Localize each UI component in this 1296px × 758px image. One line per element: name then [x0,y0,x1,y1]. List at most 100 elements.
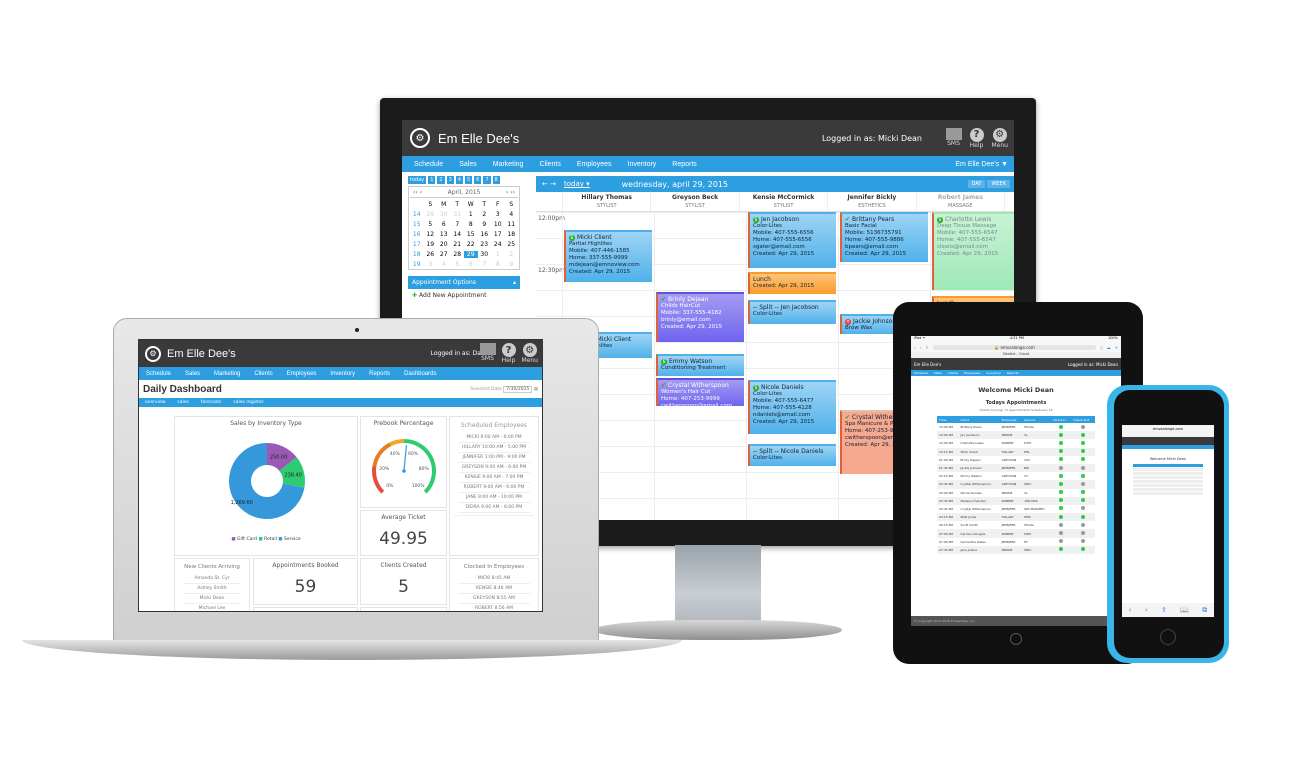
nav-reports[interactable]: Reports [369,371,390,377]
bookmarks-icon[interactable]: ▯ [1100,345,1102,350]
calendar-day[interactable]: 11 [505,221,519,228]
calendar-day[interactable]: 9 [505,261,519,268]
nav-employees[interactable]: Employees [577,161,612,168]
calendar-day[interactable]: 7 [451,221,465,228]
url-bar[interactable]: 🔒 emvsalonge.com [932,344,1097,350]
check-out-icon[interactable] [1081,457,1086,462]
nav-dashboards[interactable]: Dashboards [404,371,436,377]
tabs-icon[interactable]: ⧉ [1202,606,1207,615]
legend-item[interactable]: ■ Service [278,537,300,542]
calendar-day[interactable]: 25 [505,241,519,248]
nav-schedule[interactable]: Schedule [414,161,443,168]
check-out-icon[interactable] [1081,440,1086,445]
help-button[interactable]: ? Help [501,343,516,364]
table-row[interactable]: 01:00 PM Brinly Dejean GREYSON CHC [937,456,1095,464]
table-row[interactable]: 12:00 PM Jen Jacobson KENSIE CL [937,431,1095,440]
menu-button[interactable]: ⚙ Menu [522,343,538,364]
cloud-icon[interactable]: ☁ [1107,345,1111,350]
date-input[interactable]: 7/30/2015 [503,385,533,393]
nav-marketing[interactable]: Marketing [493,161,524,168]
check-out-icon[interactable] [1081,498,1086,503]
table-row[interactable]: 02:45 PM Crystal Witherspoon GREYSON WHC [937,480,1095,489]
appointment-block[interactable]: -- Split -- Nicole Daniels Color-Lites [748,444,836,466]
day-button[interactable]: 8 [492,176,500,184]
table-row[interactable]: 12:00 PM Charlotte Lewis ROBERT DTM [937,439,1095,447]
check-out-icon[interactable] [1081,531,1086,536]
calendar-day[interactable]: 18 [505,231,519,238]
tab-forecasts[interactable]: forecasts [201,400,222,405]
check-in-icon[interactable] [1059,490,1064,495]
calendar-day[interactable]: 1 [464,211,478,218]
calendar-day[interactable]: 21 [451,241,465,248]
calendar-day[interactable]: 8 [491,261,505,268]
table-row[interactable]: 12:00 PM Brittany Pears JENNIFER FACIAL [937,423,1095,431]
sms-button[interactable]: SMS [945,127,962,149]
calendar-day[interactable]: 17 [491,231,505,238]
calendar-day[interactable]: 23 [478,241,492,248]
check-out-icon[interactable] [1081,514,1086,519]
day-button[interactable]: 4 [455,176,463,184]
day-button[interactable]: 6 [474,176,482,184]
table-row[interactable]: 02:15 PM Emmy Watson GREYSON CT [937,472,1095,480]
day-view-button[interactable]: DAY [967,180,986,188]
nav-sales[interactable]: Sales [459,161,477,168]
table-row[interactable]: 03:45 PM Crystal Witherspoon JENNIFER SPA M… [937,505,1095,513]
check-in-icon[interactable] [1059,457,1064,462]
check-out-icon[interactable] [1081,432,1086,437]
calendar-day[interactable]: 22 [464,241,478,248]
table-row[interactable]: 03:00 PM Nicole Daniels KENSIE CL [937,489,1095,497]
prev-next-arrows[interactable]: ← → [542,180,556,188]
appointment-block[interactable]: ✔ Brittany Pears Basic Facial Mobile: 51367… [840,212,928,262]
legend-item[interactable]: ■ Gift Card [231,537,258,542]
check-out-icon[interactable] [1081,473,1086,478]
calendar-day[interactable]: 26 [424,251,438,258]
check-in-icon[interactable] [1059,539,1064,544]
check-in-icon[interactable] [1059,522,1064,527]
calendar-icon[interactable]: ▦ [534,387,538,392]
staff-column[interactable]: Jennifer Bickly ESTHETICS [827,192,915,211]
column-header[interactable]: Time [937,416,959,423]
location-select[interactable]: Em Elle Dee's ▼ [955,161,1008,168]
sms-button[interactable]: SMS [479,343,496,364]
day-button[interactable]: 3 [446,176,454,184]
calendar-day[interactable]: 3 [424,261,438,268]
table-row[interactable]: 01:45 PM Jackie Johnson JENNIFER BW [937,463,1095,473]
calendar-day[interactable]: 4 [505,211,519,218]
check-out-icon[interactable] [1081,490,1086,495]
calendar-day[interactable]: 5 [424,221,438,228]
calendar-day[interactable]: 7 [478,261,492,268]
day-button[interactable]: 2 [437,176,445,184]
menu-button[interactable]: ⚙ Menu [992,127,1008,149]
nav-employees[interactable]: Employees [287,371,317,377]
check-in-icon[interactable] [1059,473,1064,478]
calendar-day[interactable]: 3 [491,211,505,218]
url-bar[interactable]: emvsalonge.com [1122,425,1214,437]
check-out-icon[interactable] [1081,547,1086,552]
column-header[interactable]: Check In [1051,416,1072,423]
staff-column[interactable]: Kensie McCormick STYLIST [738,192,827,211]
forward-icon[interactable]: › [920,345,922,350]
calendar-day[interactable]: 29 [424,211,438,218]
calendar-day[interactable]: 13 [437,231,451,238]
legend-item[interactable]: ■ Retail [258,537,278,542]
tablet-home-button[interactable] [1010,633,1022,645]
new-tab-icon[interactable]: + [1115,345,1118,350]
check-out-icon[interactable] [1081,539,1086,544]
calendar-day[interactable]: 27 [437,251,451,258]
nav-marketing[interactable]: Marketing [214,371,240,377]
check-in-icon[interactable] [1059,481,1064,486]
add-new-appointment-link[interactable]: ✚ Add New Appointment [408,289,520,302]
column-header[interactable]: Client [958,416,1000,423]
day-button[interactable]: 5 [464,176,473,184]
check-in-icon[interactable] [1059,449,1064,454]
calendar-day[interactable]: 4 [437,261,451,268]
tab-overview[interactable]: overview [145,400,165,405]
nav-reports[interactable]: Reports [672,161,697,168]
calendar-day[interactable]: 14 [451,231,465,238]
phone-home-button[interactable] [1160,629,1176,645]
tab-sales[interactable]: sales [177,400,188,405]
calendar-day[interactable]: 5 [451,261,465,268]
calendar-day[interactable]: 15 [464,231,478,238]
calendar-day[interactable]: 12 [424,231,438,238]
day-button[interactable]: 7 [483,176,491,184]
